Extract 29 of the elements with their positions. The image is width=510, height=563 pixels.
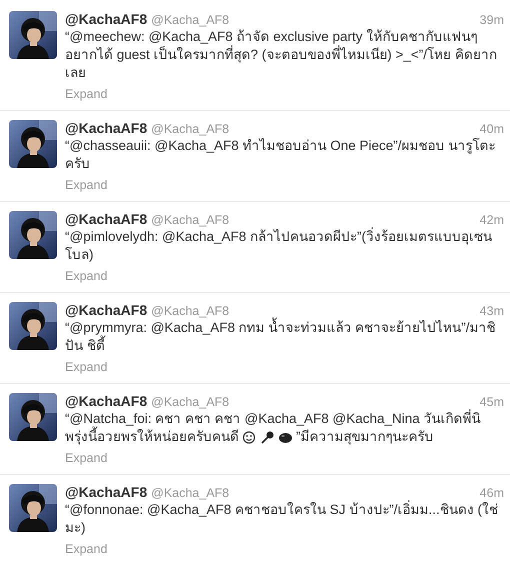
timestamp: 42m (480, 212, 504, 227)
timestamp: 43m (480, 303, 504, 320)
microphone-icon (260, 430, 275, 444)
tweet-text: “@prymmyra: @Kacha_AF8 กทม น้ำจะท่วมแล้ว คชาจะย้ายไปไหน”/มาชิ ปัน ชิตี้ (65, 319, 504, 355)
user-handle: @Kacha_AF8 (151, 485, 230, 502)
user-name[interactable]: @KachaAF8 (65, 211, 148, 228)
user-handle: @Kacha_AF8 (151, 394, 230, 411)
user-name[interactable]: @KachaAF8 (65, 11, 148, 28)
smiley-icon (242, 430, 257, 444)
user-name[interactable]: @KachaAF8 (65, 484, 148, 501)
tweet-text: “@meechew: @Kacha_AF8 ถ้าจัด exclusive party ให้กับคชากับแฟนๆ อยากได้ guest เป็นใครมากที่สุด? (จะตอบของพี่ไหมเนีย) >_<”/โหย คิดยาก เลย (65, 28, 498, 82)
timestamp: 39m (480, 12, 504, 29)
user-name[interactable]: @KachaAF8 (65, 302, 148, 319)
tweet-text: “@fonnonae: @Kacha_AF8 คชาชอบใครใน SJ บ้างปะ”/เอิ่มม...ชินดง (ใช่ มะ) (65, 501, 500, 537)
tweet-text: “@pimlovelydh: @Kacha_AF8 กล้าไปคนอวดผีปะ”(วิ่งร้อยเมตรแบบอุเซน โบล) (65, 228, 493, 264)
user-name[interactable]: @KachaAF8 (65, 393, 148, 410)
user-handle: @Kacha_AF8 (151, 121, 230, 138)
tweet-text: “@chasseauii: @Kacha_AF8 ทำไมชอบอ่าน One Piece”/ผมชอบ นารูโตะ ครับ (65, 137, 496, 173)
user-handle: @Kacha_AF8 (151, 12, 230, 29)
user-handle: @Kacha_AF8 (151, 212, 230, 229)
user-name[interactable]: @KachaAF8 (65, 120, 148, 137)
timestamp: 45m (480, 394, 504, 409)
tweet-text: พรุ่งนี้อวยพรให้หน่อยครับคนดี (65, 428, 239, 446)
tweet-text: ”มีความสุขมากๆนะครับ (296, 428, 434, 446)
timestamp: 40m (480, 121, 504, 138)
tweet-text: “@Natcha_foi: คชา คชา คชา @Kacha_AF8 @Kacha_Nina วันเกิดพี่นิ (65, 410, 482, 426)
blob-icon (278, 430, 293, 444)
user-handle: @Kacha_AF8 (151, 303, 230, 320)
timestamp: 46m (480, 485, 504, 502)
